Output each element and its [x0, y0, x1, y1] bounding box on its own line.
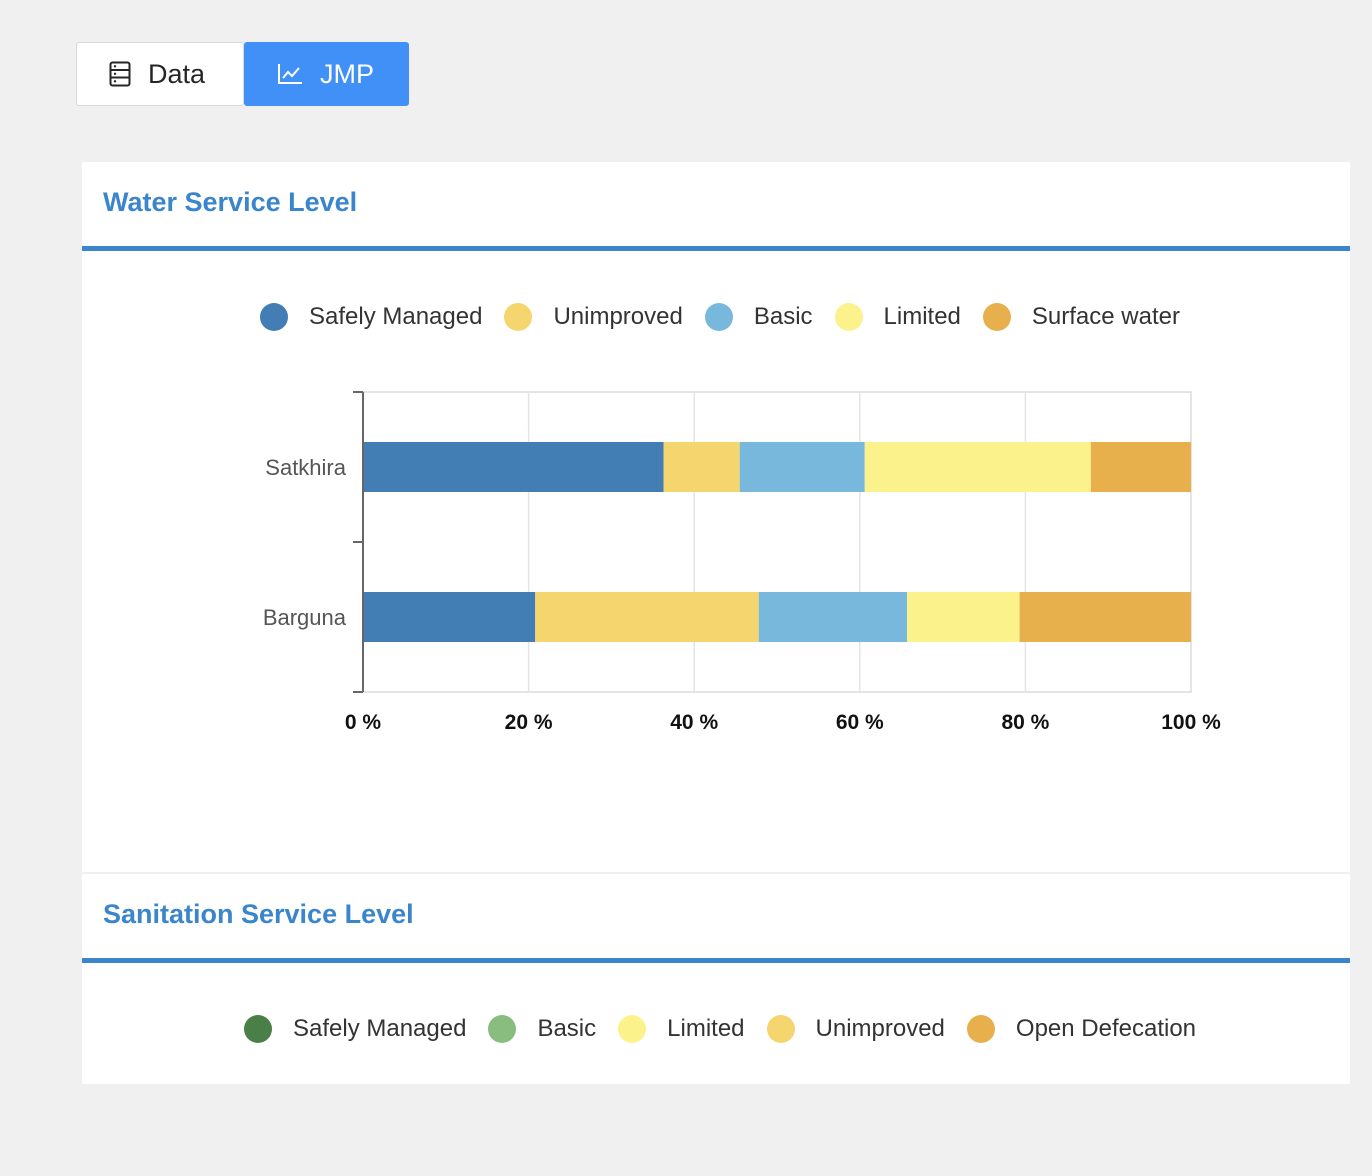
sanitation-legend-label: Limited [667, 1015, 745, 1042]
sanitation-legend-item[interactable]: Open Defecation [966, 1015, 1197, 1043]
bar-segment-barguna-surface-water[interactable] [1019, 592, 1191, 642]
sanitation-legend: Safely Managed Basic Limited Unimproved Open… [244, 1009, 1196, 1049]
sanitation-legend-swatch [488, 1015, 517, 1043]
sanitation-legend-swatch [966, 1015, 995, 1043]
sanitation-panel-title: Sanitation Service Level [103, 899, 414, 929]
sanitation-legend-label: Safely Managed [293, 1015, 467, 1042]
sanitation-legend-swatch [766, 1015, 795, 1043]
sanitation-legend-label: Open Defecation [1015, 1015, 1197, 1042]
x-tick-label: 0 % [345, 711, 382, 734]
line-chart-icon [277, 63, 303, 85]
tab-data-label: Data [148, 58, 206, 89]
sanitation-legend-item[interactable]: Basic [488, 1015, 596, 1043]
y-category-label: Satkhira [265, 455, 346, 480]
y-category-label: Barguna [263, 605, 347, 630]
view-tabs: Data JMP [76, 42, 409, 106]
bar-segment-barguna-safely-managed[interactable] [363, 592, 536, 642]
plot-area-border [362, 391, 1192, 693]
tab-jmp[interactable]: JMP [244, 42, 409, 106]
sanitation-legend-item[interactable]: Unimproved [766, 1015, 945, 1043]
bar-segment-barguna-unimproved[interactable] [535, 592, 759, 642]
x-tick-label: 60 % [836, 711, 884, 734]
bar-segment-barguna-basic[interactable] [758, 592, 907, 642]
sanitation-legend-label: Basic [537, 1015, 597, 1042]
sanitation-title-divider [82, 958, 1350, 963]
sanitation-legend-item[interactable]: Limited [618, 1015, 745, 1043]
bar-segment-satkhira-surface-water[interactable] [1090, 442, 1191, 492]
sanitation-legend-label: Unimproved [815, 1015, 945, 1042]
bar-segment-satkhira-unimproved[interactable] [663, 442, 740, 492]
sanitation-service-panel: Sanitation Service Level Safely Managed B… [82, 874, 1350, 1084]
x-tick-label: 20 % [505, 711, 553, 734]
x-tick-label: 100 % [1161, 711, 1221, 734]
bar-segment-barguna-limited[interactable] [906, 592, 1020, 642]
bar-segment-satkhira-basic[interactable] [739, 442, 865, 492]
tab-data[interactable]: Data [76, 42, 244, 106]
x-tick-label: 40 % [670, 711, 718, 734]
sanitation-legend-swatch [244, 1015, 272, 1043]
bar-segment-satkhira-safely-managed[interactable] [363, 442, 664, 492]
table-icon [109, 61, 131, 87]
water-chart: 0 % 20 % 40 % 60 % 80 % 100 % Satkhira Barguna [263, 391, 1221, 734]
x-tick-label: 80 % [1001, 711, 1049, 734]
tab-jmp-label: JMP [320, 58, 374, 89]
sanitation-legend-item[interactable]: Safely Managed [244, 1015, 466, 1043]
water-service-panel: Water Service Level Safely Managed Unimpr… [82, 162, 1350, 872]
sanitation-legend-swatch [618, 1015, 647, 1043]
bar-segment-satkhira-limited[interactable] [864, 442, 1091, 492]
